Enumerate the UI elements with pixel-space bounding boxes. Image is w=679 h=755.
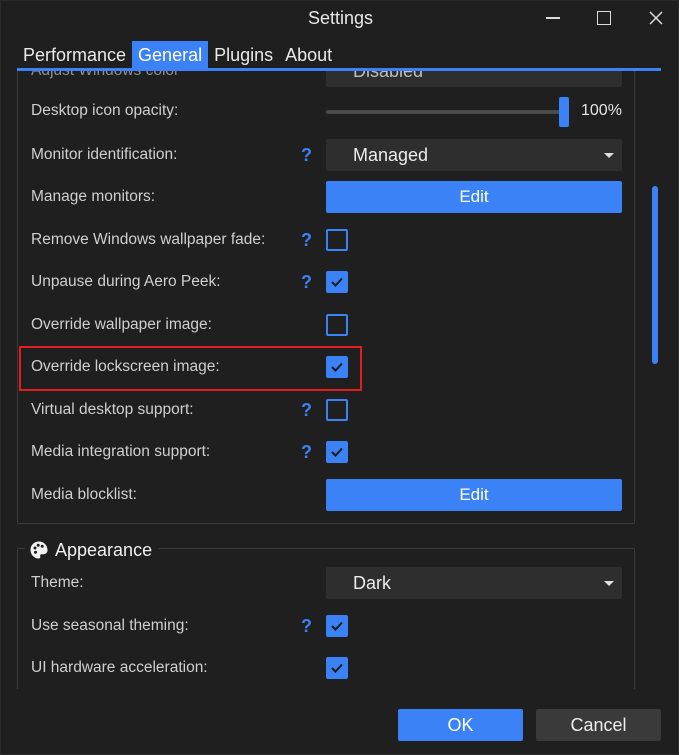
setting-row-ui-hw-accel: UI hardware acceleration:	[1, 651, 679, 685]
help-icon[interactable]: ?	[301, 393, 312, 427]
seasonal-theming-checkbox[interactable]	[326, 615, 348, 637]
title-bar: Settings	[1, 1, 679, 37]
help-icon[interactable]: ?	[301, 223, 312, 257]
setting-label: Theme:	[31, 574, 84, 591]
virtual-desktop-checkbox[interactable]	[326, 399, 348, 421]
palette-icon	[30, 541, 48, 559]
media-blocklist-edit-button[interactable]: Edit	[326, 479, 622, 511]
help-icon[interactable]: ?	[301, 265, 312, 299]
setting-label: Remove Windows wallpaper fade:	[31, 231, 266, 248]
setting-label: Desktop icon opacity:	[31, 102, 179, 119]
settings-scroll-area[interactable]: Adjust Windows color Disabled Desktop ic…	[1, 71, 679, 689]
minimize-button[interactable]	[530, 1, 576, 35]
remove-wallpaper-fade-checkbox[interactable]	[326, 229, 348, 251]
setting-label: Override lockscreen image:	[31, 358, 220, 375]
setting-row-partial: Adjust Windows color Disabled	[1, 71, 679, 88]
close-button[interactable]	[633, 1, 679, 35]
override-wallpaper-checkbox[interactable]	[326, 314, 348, 336]
partial-dropdown[interactable]: Disabled	[326, 71, 622, 87]
setting-label: UI hardware acceleration:	[31, 659, 208, 676]
setting-label: Media integration support:	[31, 443, 211, 460]
tab-general[interactable]: General	[132, 41, 209, 69]
setting-row-monitor-identification: Monitor identification: ? Managed	[1, 138, 679, 172]
checkmark-icon	[331, 362, 343, 372]
setting-row-media-integration: Media integration support: ?	[1, 435, 679, 469]
setting-label: Unpause during Aero Peek:	[31, 273, 221, 290]
tab-about[interactable]: About	[279, 41, 338, 69]
setting-label: Media blocklist:	[31, 486, 137, 503]
setting-row-remove-wallpaper-fade: Remove Windows wallpaper fade: ?	[1, 223, 679, 257]
opacity-value: 100%	[581, 102, 622, 119]
dropdown-value: Managed	[353, 145, 429, 165]
ui-hw-accel-checkbox[interactable]	[326, 657, 348, 679]
dropdown-arrow-icon	[604, 581, 614, 586]
setting-row-theme: Theme: Dark	[1, 566, 679, 600]
setting-label: Adjust Windows color	[31, 71, 179, 88]
unpause-aero-peek-checkbox[interactable]	[326, 271, 348, 293]
setting-label: Manage monitors:	[31, 188, 156, 205]
setting-label: Override wallpaper image:	[31, 316, 212, 333]
setting-label: Virtual desktop support:	[31, 401, 194, 418]
setting-row-override-wallpaper: Override wallpaper image:	[1, 308, 679, 342]
minimize-icon	[546, 17, 560, 19]
setting-row-media-blocklist: Media blocklist: Edit	[1, 478, 679, 512]
dropdown-value: Dark	[353, 573, 392, 593]
setting-label: Monitor identification:	[31, 146, 178, 163]
maximize-icon	[597, 11, 611, 25]
cancel-button[interactable]: Cancel	[536, 709, 661, 741]
tab-plugins[interactable]: Plugins	[208, 41, 279, 69]
monitor-identification-dropdown[interactable]: Managed	[326, 139, 622, 171]
checkmark-icon	[331, 277, 343, 287]
ok-button[interactable]: OK	[398, 709, 523, 741]
dropdown-value: Disabled	[353, 71, 424, 81]
setting-row-override-lockscreen: Override lockscreen image:	[1, 350, 679, 384]
settings-window: Settings Performance General Plugins Abo…	[0, 0, 679, 755]
help-icon[interactable]: ?	[301, 435, 312, 469]
window-title: Settings	[307, 8, 374, 28]
checkmark-icon	[331, 447, 343, 457]
tab-performance[interactable]: Performance	[17, 41, 132, 69]
setting-row-seasonal-theming: Use seasonal theming: ?	[1, 609, 679, 643]
media-integration-checkbox[interactable]	[326, 441, 348, 463]
setting-row-unpause-aero-peek: Unpause during Aero Peek: ?	[1, 265, 679, 299]
theme-dropdown[interactable]: Dark	[326, 567, 622, 599]
close-icon	[649, 11, 663, 25]
maximize-button[interactable]	[581, 1, 627, 35]
appearance-header-label: Appearance	[55, 539, 153, 560]
appearance-section-header: Appearance	[25, 538, 159, 562]
checkmark-icon	[331, 621, 343, 631]
help-icon[interactable]: ?	[301, 609, 312, 643]
setting-label: Use seasonal theming:	[31, 617, 189, 634]
opacity-slider-thumb[interactable]	[559, 97, 569, 127]
tab-bar: Performance General Plugins About	[17, 41, 338, 69]
setting-row-desktop-icon-opacity: Desktop icon opacity: 100%	[1, 94, 679, 128]
opacity-slider-track[interactable]	[326, 110, 566, 114]
checkmark-icon	[331, 663, 343, 673]
setting-row-virtual-desktop: Virtual desktop support: ?	[1, 393, 679, 427]
dropdown-arrow-icon	[604, 153, 614, 158]
help-icon[interactable]: ?	[301, 138, 312, 172]
setting-row-manage-monitors: Manage monitors: Edit	[1, 180, 679, 214]
scrollbar-thumb[interactable]	[652, 186, 658, 364]
manage-monitors-edit-button[interactable]: Edit	[326, 181, 622, 213]
override-lockscreen-checkbox[interactable]	[326, 356, 348, 378]
